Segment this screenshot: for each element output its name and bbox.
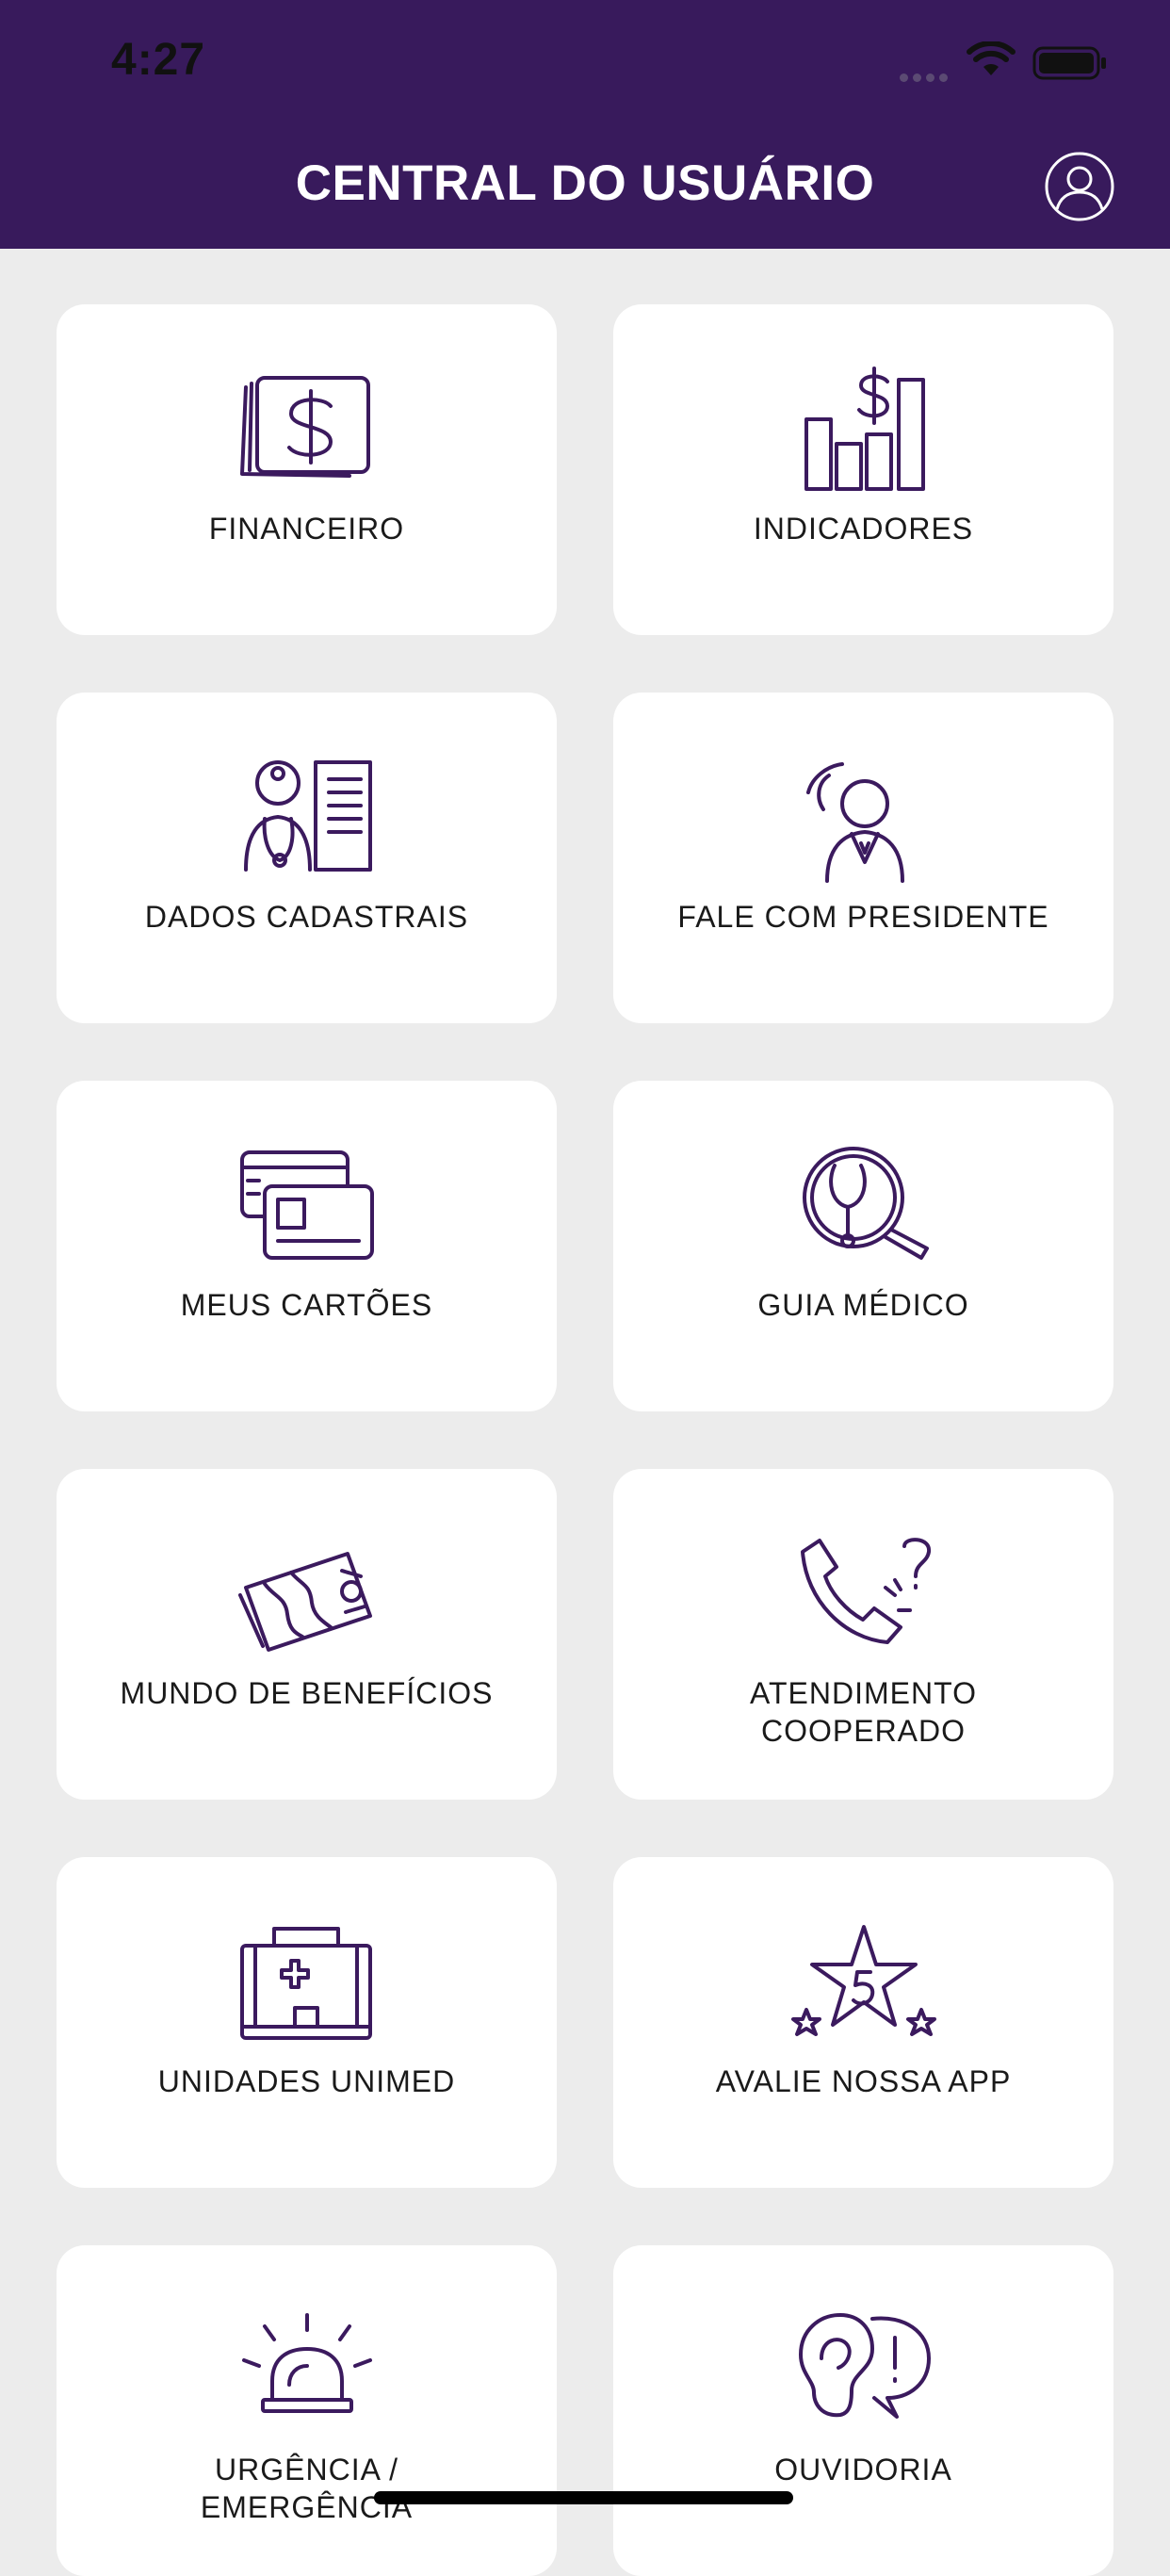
menu-card-label: UNIDADES UNIMED [157, 2064, 456, 2098]
bar-chart-dollar-icon [793, 367, 934, 493]
status-time: 4:27 [111, 35, 206, 85]
president-speaking-icon [793, 758, 934, 883]
menu-card-guia-medico[interactable]: GUIA MÉDICO [613, 1081, 1113, 1411]
doctor-profile-icon [236, 758, 378, 881]
menu-card-label: ATENDIMENTO COOPERADO [750, 1676, 977, 1748]
menu-card-label: DADOS CADASTRAIS [144, 900, 469, 934]
menu-card-label: URGÊNCIA / EMERGÊNCIA [200, 2453, 414, 2524]
menu-card-unidades-unimed[interactable]: UNIDADES UNIMED [57, 1857, 557, 2188]
hospital-icon [236, 1923, 378, 2046]
menu-card-label: INDICADORES [753, 512, 974, 546]
menu-card-urgencia-emergencia[interactable]: URGÊNCIA / EMERGÊNCIA [57, 2245, 557, 2576]
wifi-icon [967, 41, 1016, 84]
menu-card-label: OUVIDORIA [774, 2453, 952, 2486]
signal-icon [900, 70, 952, 87]
page-title: CENTRAL DO USUÁRIO [295, 155, 875, 211]
cards-icon [236, 1147, 378, 1269]
home-indicator[interactable] [374, 2491, 793, 2504]
ear-exclamation-icon [793, 2311, 934, 2434]
menu-card-dados-cadastrais[interactable]: DADOS CADASTRAIS [57, 693, 557, 1023]
menu-card-fale-com-presidente[interactable]: FALE COM PRESIDENTE [613, 693, 1113, 1023]
profile-button[interactable] [1044, 151, 1115, 222]
menu-card-meus-cartoes[interactable]: MEUS CARTÕES [57, 1081, 557, 1411]
menu-card-label: AVALIE NOSSA APP [715, 2064, 1012, 2098]
money-icon [236, 370, 378, 493]
stethoscope-search-icon [793, 1147, 934, 1269]
menu-card-avalie-nossa-app[interactable]: AVALIE NOSSA APP [613, 1857, 1113, 2188]
menu-card-indicadores[interactable]: INDICADORES [613, 304, 1113, 635]
menu-card-label: MUNDO DE BENEFÍCIOS [120, 1676, 494, 1710]
menu-card-label: FINANCEIRO [208, 512, 405, 546]
phone-question-icon [793, 1535, 934, 1657]
app-header: 4:27 CENTRAL DO USUÁRIO [0, 0, 1170, 249]
menu-card-ouvidoria[interactable]: OUVIDORIA [613, 2245, 1113, 2576]
siren-icon [236, 2311, 378, 2434]
menu-card-label: MEUS CARTÕES [180, 1288, 433, 1322]
menu-card-atendimento-cooperado[interactable]: ATENDIMENTO COOPERADO [613, 1469, 1113, 1800]
user-circle-icon [1045, 152, 1114, 221]
benefits-map-icon [236, 1535, 378, 1657]
menu-card-mundo-de-beneficios[interactable]: MUNDO DE BENEFÍCIOS [57, 1469, 557, 1800]
menu-card-label: FALE COM PRESIDENTE [677, 900, 1049, 934]
menu-card-label: GUIA MÉDICO [757, 1288, 969, 1322]
menu-card-financeiro[interactable]: FINANCEIRO [57, 304, 557, 635]
battery-icon [1032, 45, 1108, 88]
five-star-rating-icon [790, 1923, 936, 2046]
